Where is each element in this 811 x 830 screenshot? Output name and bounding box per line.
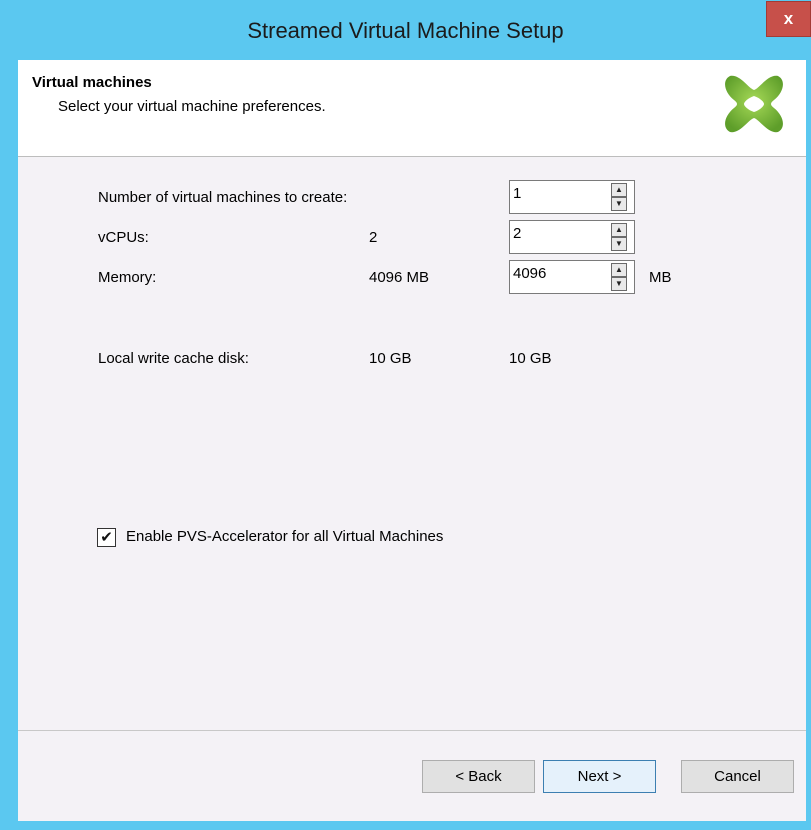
memory-label: Memory: bbox=[98, 269, 157, 286]
increment-icon[interactable]: ▲ bbox=[611, 223, 627, 237]
memory-value[interactable]: 4096 bbox=[513, 265, 546, 282]
vcpus-label: vCPUs: bbox=[98, 229, 149, 246]
page-title: Virtual machines bbox=[32, 74, 152, 91]
memory-stepper[interactable]: 4096 ▲ ▼ bbox=[509, 260, 635, 294]
cancel-button[interactable]: Cancel bbox=[681, 760, 794, 793]
vm-count-label: Number of virtual machines to create: bbox=[98, 189, 348, 206]
write-cache-label: Local write cache disk: bbox=[98, 350, 249, 367]
close-button[interactable]: x bbox=[766, 1, 811, 37]
window-title: Streamed Virtual Machine Setup bbox=[247, 18, 564, 43]
vm-count-value[interactable]: 1 bbox=[513, 185, 521, 202]
pvs-accelerator-label[interactable]: Enable PVS-Accelerator for all Virtual M… bbox=[126, 528, 443, 545]
memory-default: 4096 MB bbox=[369, 269, 430, 286]
vcpus-default: 2 bbox=[369, 229, 378, 246]
vm-count-stepper[interactable]: 1 ▲ ▼ bbox=[509, 180, 635, 214]
setup-window: Streamed Virtual Machine Setup x Virtual… bbox=[0, 0, 811, 830]
increment-icon[interactable]: ▲ bbox=[611, 183, 627, 197]
footer-divider bbox=[18, 730, 806, 731]
citrix-logo-icon bbox=[725, 75, 783, 133]
vcpus-stepper[interactable]: 2 ▲ ▼ bbox=[509, 220, 635, 254]
page-subtitle: Select your virtual machine preferences. bbox=[58, 98, 326, 115]
header-panel: Virtual machines Select your virtual mac… bbox=[18, 60, 806, 157]
increment-icon[interactable]: ▲ bbox=[611, 263, 627, 277]
back-button[interactable]: < Back bbox=[422, 760, 535, 793]
decrement-icon[interactable]: ▼ bbox=[611, 237, 627, 251]
decrement-icon[interactable]: ▼ bbox=[611, 277, 627, 291]
dialog-body: Virtual machines Select your virtual mac… bbox=[18, 60, 806, 821]
pvs-accelerator-checkbox[interactable]: ✔ bbox=[97, 528, 116, 547]
decrement-icon[interactable]: ▼ bbox=[611, 197, 627, 211]
memory-unit: MB bbox=[649, 269, 672, 286]
write-cache-default: 10 GB bbox=[369, 350, 412, 367]
title-bar: Streamed Virtual Machine Setup x bbox=[0, 0, 811, 60]
write-cache-value: 10 GB bbox=[509, 350, 552, 367]
vcpus-value[interactable]: 2 bbox=[513, 225, 521, 242]
next-button[interactable]: Next > bbox=[543, 760, 656, 793]
